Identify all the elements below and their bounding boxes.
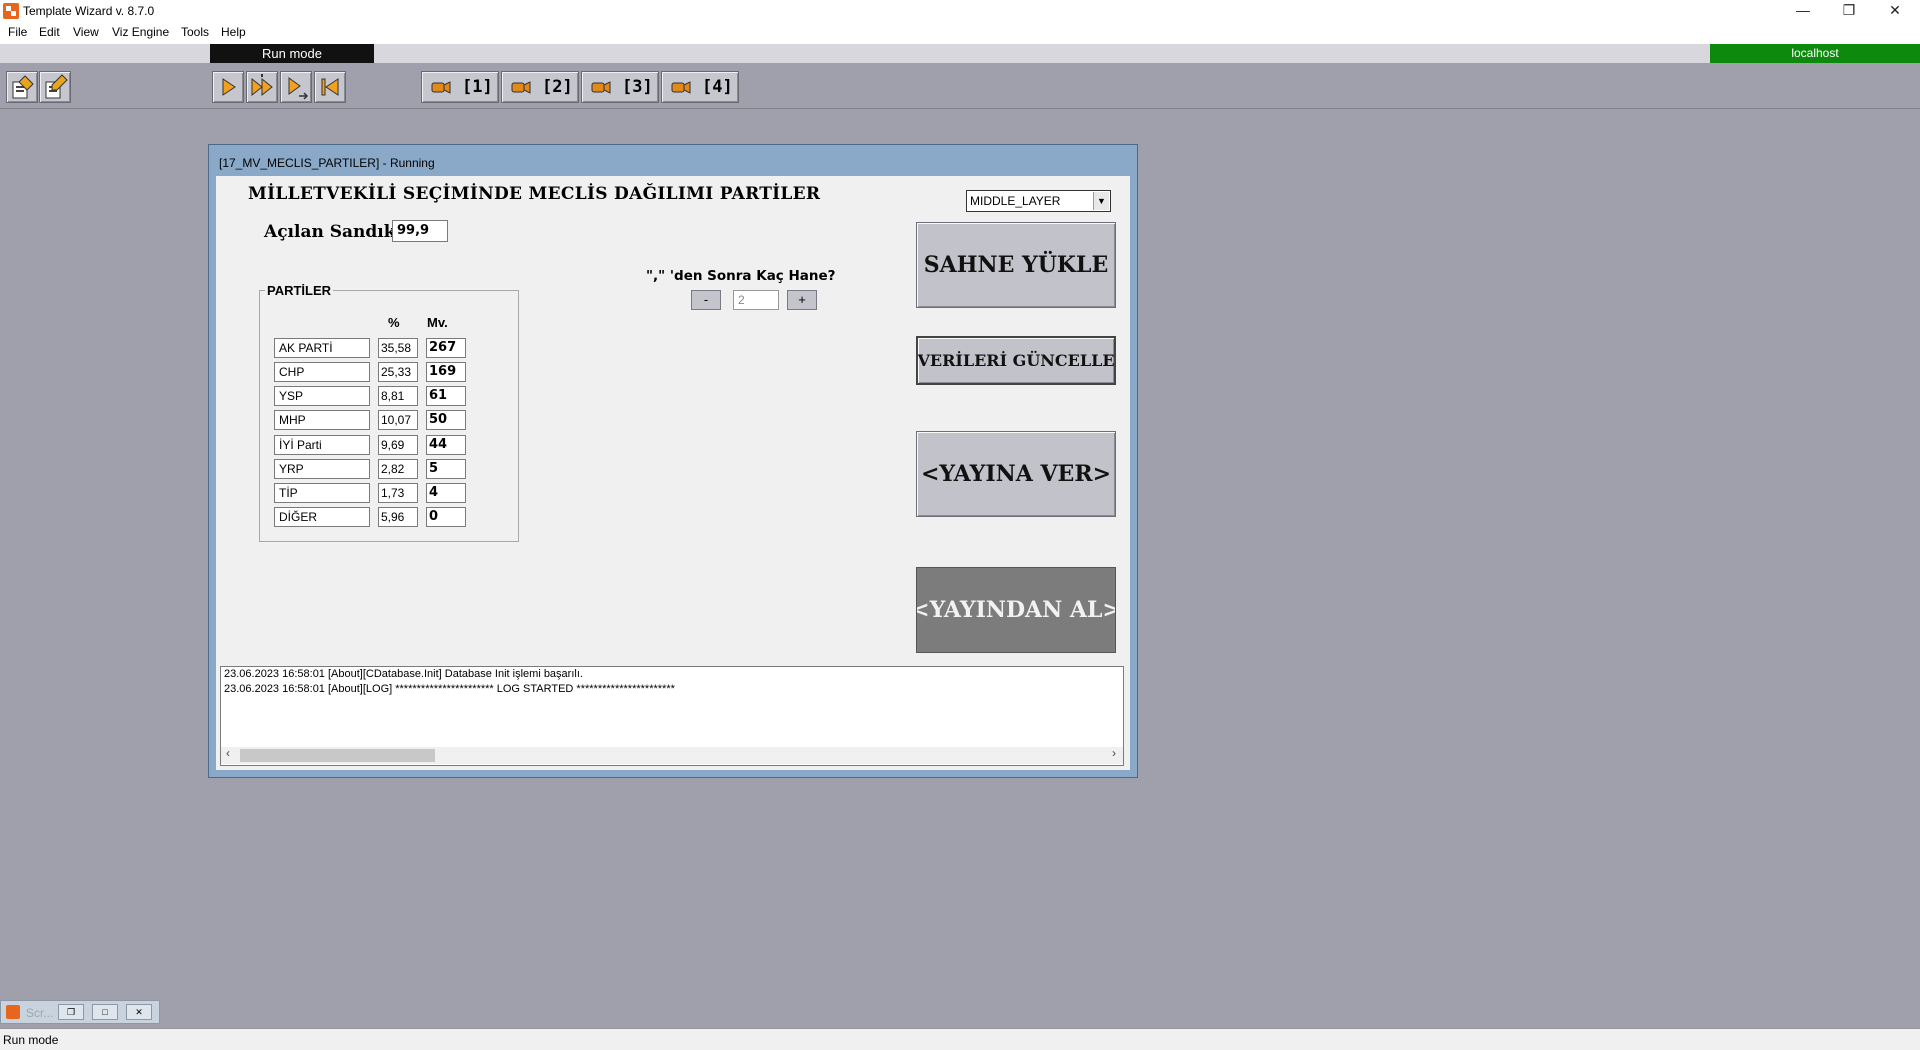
- log-line: 23.06.2023 16:58:01 [About][CDatabase.In…: [224, 668, 583, 680]
- mv-column-header: Mv.: [427, 315, 448, 330]
- edit-data-icon: [45, 74, 68, 99]
- take-on-air-button[interactable]: <YAYINA VER>: [916, 431, 1116, 517]
- decimals-input[interactable]: 2: [733, 290, 779, 310]
- template-window-title: [17_MV_MECLIS_PARTILER] - Running: [219, 156, 435, 170]
- play-button[interactable]: [212, 71, 244, 103]
- decimals-minus-button[interactable]: -: [691, 290, 721, 310]
- minimized-window-title: Scr...: [26, 1006, 54, 1020]
- camera-icon: [431, 81, 451, 94]
- rewind-button[interactable]: [314, 71, 346, 103]
- party-mv-input[interactable]: 61: [426, 386, 466, 406]
- party-percent-input[interactable]: 9,69: [378, 435, 418, 455]
- close-icon[interactable]: ✕: [126, 1004, 152, 1020]
- party-percent-input[interactable]: 1,73: [378, 483, 418, 503]
- minimize-button[interactable]: —: [1780, 0, 1826, 22]
- camera-3-label: [3]: [622, 77, 653, 97]
- camera-1-label: [1]: [462, 77, 493, 97]
- party-name-input[interactable]: MHP: [274, 410, 370, 430]
- acilan-sandik-label: Açılan Sandık: [264, 222, 396, 242]
- update-data-button[interactable]: VERİLERİ GÜNCELLE: [916, 336, 1116, 385]
- partiler-group-label: PARTİLER: [265, 283, 334, 298]
- party-percent-input[interactable]: 8,81: [378, 386, 418, 406]
- camera-icon: [671, 81, 691, 94]
- log-line: 23.06.2023 16:58:01 [About][LOG] *******…: [224, 683, 675, 695]
- app-logo-icon: [6, 1005, 20, 1019]
- scroll-right-icon[interactable]: ›: [1112, 746, 1116, 760]
- party-percent-input[interactable]: 2,82: [378, 459, 418, 479]
- host-status: localhost: [1710, 44, 1920, 63]
- menu-help[interactable]: Help: [221, 25, 246, 39]
- menu-tools[interactable]: Tools: [181, 25, 209, 39]
- menu-bar: [0, 22, 1920, 44]
- camera-icon: [511, 81, 531, 94]
- camera-4-label: [4]: [702, 77, 733, 97]
- rewind-icon: [321, 78, 339, 96]
- scrollbar-thumb[interactable]: [240, 749, 435, 762]
- menu-edit[interactable]: Edit: [39, 25, 60, 39]
- party-mv-input[interactable]: 44: [426, 435, 466, 455]
- restore-button[interactable]: ❐: [1826, 0, 1872, 22]
- decimals-plus-button[interactable]: +: [787, 290, 817, 310]
- party-mv-input[interactable]: 5: [426, 459, 466, 479]
- scroll-left-icon[interactable]: ‹: [226, 746, 230, 760]
- play-next-icon: [288, 77, 309, 100]
- camera-icon: [591, 81, 611, 94]
- edit-template-button[interactable]: [6, 71, 38, 103]
- party-mv-input[interactable]: 4: [426, 483, 466, 503]
- app-logo-icon: [3, 3, 19, 19]
- percent-column-header: %: [388, 315, 400, 330]
- play-next-button[interactable]: [280, 71, 312, 103]
- title-bar: [0, 0, 1920, 22]
- menu-viz-engine[interactable]: Viz Engine: [112, 25, 169, 39]
- close-button[interactable]: ✕: [1872, 0, 1918, 22]
- toolbar-separator: [0, 108, 1920, 109]
- party-percent-input[interactable]: 35,58: [378, 338, 418, 358]
- load-scene-button[interactable]: SAHNE YÜKLE: [916, 222, 1116, 308]
- decimals-label: "," 'den Sonra Kaç Hane?: [646, 268, 836, 284]
- layer-select[interactable]: MIDDLE_LAYER: [966, 190, 1111, 212]
- continue-icon: [251, 74, 273, 97]
- party-mv-input[interactable]: 169: [426, 362, 466, 382]
- party-percent-input[interactable]: 5,96: [378, 507, 418, 527]
- party-mv-input[interactable]: 50: [426, 410, 466, 430]
- restore-icon[interactable]: ❐: [58, 1004, 84, 1020]
- template-title: MİLLETVEKİLİ SEÇİMİNDE MECLİS DAĞILIMI P…: [248, 184, 821, 204]
- run-mode-banner: Run mode: [210, 44, 374, 63]
- chevron-down-icon[interactable]: ▼: [1093, 192, 1109, 210]
- party-name-input[interactable]: TİP: [274, 483, 370, 503]
- status-bar: [0, 1028, 1920, 1050]
- party-name-input[interactable]: YRP: [274, 459, 370, 479]
- acilan-sandik-input[interactable]: 99,9: [392, 220, 448, 242]
- status-text: Run mode: [3, 1033, 59, 1047]
- party-name-input[interactable]: AK PARTİ: [274, 338, 370, 358]
- party-percent-input[interactable]: 10,07: [378, 410, 418, 430]
- play-icon: [222, 78, 236, 96]
- party-mv-input[interactable]: 267: [426, 338, 466, 358]
- party-name-input[interactable]: İYİ Parti: [274, 435, 370, 455]
- camera-4-button[interactable]: [4]: [661, 71, 739, 103]
- edit-data-button[interactable]: [39, 71, 71, 103]
- camera-2-button[interactable]: [2]: [501, 71, 579, 103]
- camera-2-label: [2]: [542, 77, 573, 97]
- window-title: Template Wizard v. 8.7.0: [23, 4, 155, 18]
- camera-1-button[interactable]: [1]: [421, 71, 499, 103]
- party-name-input[interactable]: DİĞER: [274, 507, 370, 527]
- maximize-icon[interactable]: □: [92, 1004, 118, 1020]
- edit-template-icon: [12, 75, 34, 99]
- menu-file[interactable]: File: [8, 25, 27, 39]
- take-off-air-button[interactable]: <YAYINDAN AL>: [916, 567, 1116, 653]
- menu-view[interactable]: View: [73, 25, 99, 39]
- camera-3-button[interactable]: [3]: [581, 71, 659, 103]
- continue-button[interactable]: [246, 71, 278, 103]
- party-name-input[interactable]: CHP: [274, 362, 370, 382]
- party-name-input[interactable]: YSP: [274, 386, 370, 406]
- party-mv-input[interactable]: 0: [426, 507, 466, 527]
- party-percent-input[interactable]: 25,33: [378, 362, 418, 382]
